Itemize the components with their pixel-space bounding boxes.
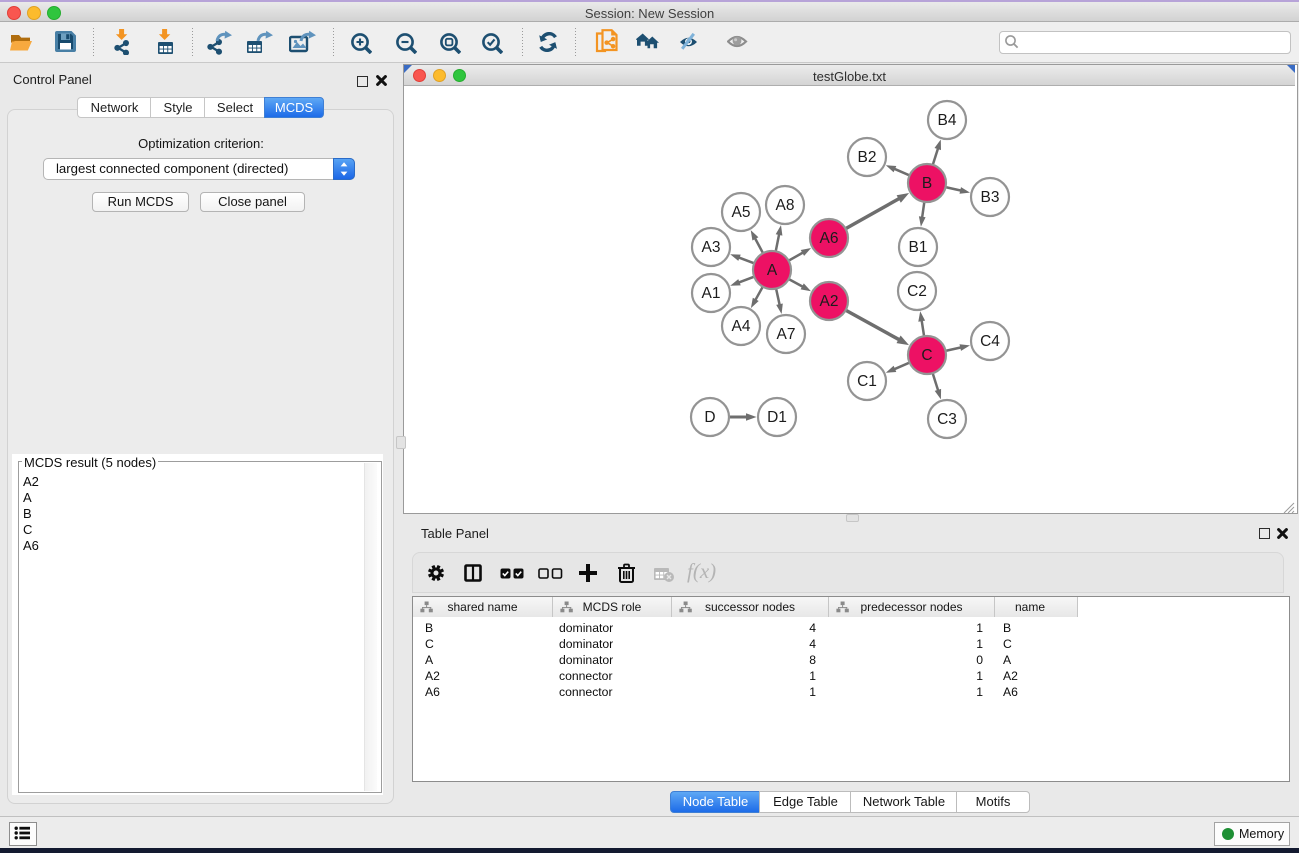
svg-text:B2: B2 xyxy=(858,149,877,166)
svg-text:D1: D1 xyxy=(767,409,787,426)
svg-text:B: B xyxy=(922,175,932,192)
svg-text:A: A xyxy=(767,262,778,279)
svg-text:A5: A5 xyxy=(732,204,751,221)
svg-text:D: D xyxy=(704,409,715,426)
svg-text:A8: A8 xyxy=(776,197,795,214)
svg-text:A1: A1 xyxy=(702,285,721,302)
svg-text:C2: C2 xyxy=(907,283,927,300)
svg-text:B4: B4 xyxy=(938,112,957,129)
svg-text:C: C xyxy=(921,347,932,364)
svg-text:C1: C1 xyxy=(857,373,877,390)
svg-text:A4: A4 xyxy=(732,318,751,335)
svg-text:B1: B1 xyxy=(909,239,928,256)
svg-text:A3: A3 xyxy=(702,239,721,256)
svg-text:B3: B3 xyxy=(981,189,1000,206)
svg-text:A6: A6 xyxy=(820,230,839,247)
svg-text:C3: C3 xyxy=(937,411,957,428)
svg-text:A7: A7 xyxy=(777,326,796,343)
svg-text:C4: C4 xyxy=(980,333,1000,350)
svg-text:A2: A2 xyxy=(820,293,839,310)
